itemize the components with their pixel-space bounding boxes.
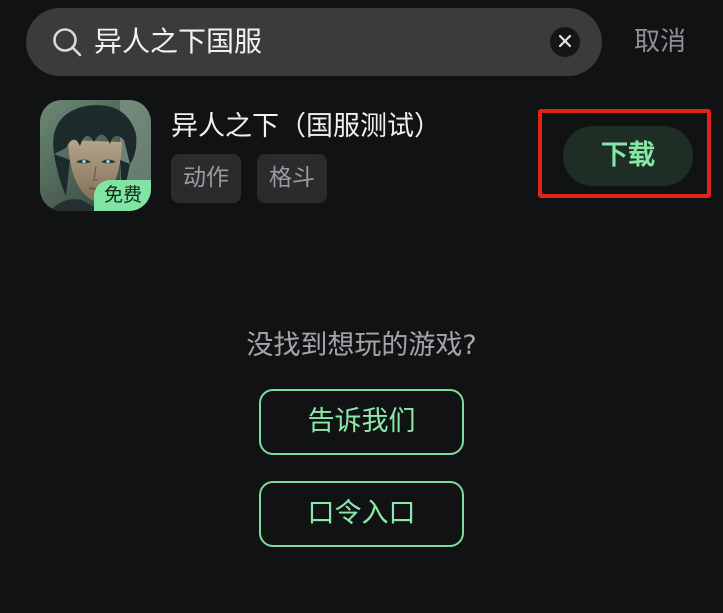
passcode-entry-button[interactable]: 口令入口 — [259, 481, 464, 547]
clear-search-button[interactable] — [550, 27, 580, 57]
tag-list: 动作 格斗 — [171, 154, 327, 203]
download-button[interactable]: 下载 — [563, 126, 693, 186]
close-icon — [558, 33, 572, 52]
free-badge: 免费 — [93, 180, 151, 211]
game-title[interactable]: 异人之下（国服测试） — [171, 108, 441, 146]
tag-fighting: 格斗 — [257, 154, 327, 203]
not-found-prompt: 没找到想玩的游戏? — [246, 330, 477, 361]
search-bar[interactable] — [26, 8, 602, 76]
tag-action: 动作 — [171, 154, 241, 203]
search-icon — [52, 27, 82, 57]
search-input[interactable] — [94, 22, 534, 62]
cancel-button[interactable]: 取消 — [634, 24, 686, 60]
search-result-item[interactable]: 免费 异人之下（国服测试） 动作 格斗 下载 — [0, 90, 723, 230]
tell-us-button[interactable]: 告诉我们 — [259, 389, 464, 455]
game-icon[interactable]: 免费 — [40, 100, 151, 211]
